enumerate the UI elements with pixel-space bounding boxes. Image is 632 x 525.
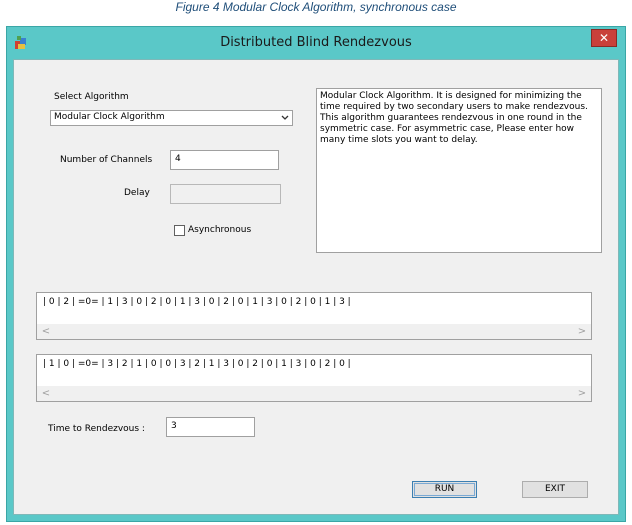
horizontal-scrollbar[interactable]: < >	[37, 324, 591, 339]
algorithm-description: Modular Clock Algorithm. It is designed …	[316, 88, 602, 253]
sequence-user2-text: | 1 | 0 | =0= | 3 | 2 | 1 | 0 | 0 | 3 | …	[43, 359, 351, 369]
figure-caption: Figure 4 Modular Clock Algorithm, synchr…	[175, 0, 457, 14]
exit-button[interactable]: EXIT	[522, 481, 588, 498]
sequence-user1-text: | 0 | 2 | =0= | 1 | 3 | 0 | 2 | 0 | 1 | …	[43, 297, 351, 307]
rendezvous-label: Time to Rendezvous :	[48, 424, 145, 434]
close-button[interactable]: ✕	[591, 29, 617, 47]
delay-input[interactable]	[170, 184, 281, 204]
rendezvous-output: 3	[166, 417, 255, 437]
scroll-right-icon[interactable]: >	[575, 325, 589, 338]
delay-label: Delay	[124, 188, 150, 198]
app-window: Distributed Blind Rendezvous ✕ Select Al…	[6, 26, 626, 522]
scroll-right-icon[interactable]: >	[575, 387, 589, 400]
algorithm-select-value: Modular Clock Algorithm	[54, 112, 165, 122]
sequence-box-user2[interactable]: | 1 | 0 | =0= | 3 | 2 | 1 | 0 | 0 | 3 | …	[36, 354, 592, 402]
algorithm-select[interactable]: Modular Clock Algorithm	[50, 110, 293, 126]
select-algorithm-label: Select Algorithm	[54, 92, 129, 102]
chevron-down-icon[interactable]	[280, 112, 290, 124]
channels-input[interactable]: 4	[170, 150, 279, 170]
scroll-left-icon[interactable]: <	[39, 325, 53, 338]
horizontal-scrollbar[interactable]: < >	[37, 386, 591, 401]
title-bar: Distributed Blind Rendezvous ✕	[7, 27, 625, 59]
client-area: Select Algorithm Modular Clock Algorithm…	[13, 59, 619, 515]
asynchronous-checkbox[interactable]	[174, 225, 185, 236]
channels-label: Number of Channels	[60, 155, 153, 165]
sequence-box-user1[interactable]: | 0 | 2 | =0= | 1 | 3 | 0 | 2 | 0 | 1 | …	[36, 292, 592, 340]
asynchronous-label: Asynchronous	[188, 225, 252, 235]
window-title: Distributed Blind Rendezvous	[220, 35, 412, 50]
run-button[interactable]: RUN	[412, 481, 477, 498]
scroll-left-icon[interactable]: <	[39, 387, 53, 400]
